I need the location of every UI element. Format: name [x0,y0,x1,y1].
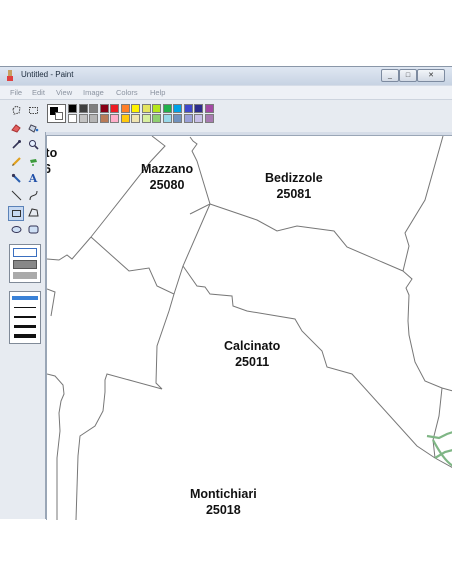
color-swatch[interactable] [204,104,214,113]
polygon-icon[interactable] [26,206,40,219]
rounded-rect-icon[interactable] [26,223,40,236]
map-label-montichiari: Montichiari 25018 [190,486,257,518]
municipality-map [47,136,452,520]
secondary-color [55,112,63,120]
color-swatch[interactable] [89,104,98,113]
color-swatch[interactable] [110,104,119,113]
place-name: Rezzato [46,146,58,160]
color-swatch[interactable] [194,114,203,123]
color-swatch[interactable] [152,114,161,123]
maximize-button[interactable]: □ [399,69,417,82]
color-swatch[interactable] [183,104,193,113]
rect-select-icon[interactable] [26,104,40,117]
fill-style-outline-fill[interactable] [13,260,37,269]
close-button[interactable]: ✕ [417,69,445,82]
color-swatch[interactable] [78,114,88,123]
color-swatch[interactable] [162,104,172,113]
map-label-bedizzole: Bedizzole 25081 [265,170,323,202]
line-icon[interactable] [9,189,23,202]
paint-window: Untitled - Paint _ □ ✕ File Edit View Im… [0,66,452,520]
fill-bucket-icon[interactable] [26,121,40,134]
map-label-mazzano: Mazzano 25080 [141,161,193,193]
color-swatch[interactable] [68,104,77,113]
ellipse-icon[interactable] [9,223,23,236]
minimize-button[interactable]: _ [381,69,399,82]
color-swatch[interactable] [141,104,151,113]
menu-help[interactable]: Help [150,88,165,97]
map-label-calcinato: Calcinato 25011 [224,338,280,370]
line-width-1[interactable] [12,296,38,300]
color-swatch[interactable] [141,114,151,123]
color-swatch[interactable] [162,114,172,123]
line-width-3[interactable] [14,316,36,318]
paint-app-icon [7,70,13,81]
color-swatch[interactable] [68,114,77,123]
color-swatch[interactable] [173,114,182,123]
rectangle-icon[interactable] [8,206,24,221]
magnifier-icon[interactable] [26,138,40,151]
menu-file[interactable]: File [10,88,22,97]
eraser-icon[interactable] [9,121,23,134]
color-swatch[interactable] [173,104,182,113]
color-swatch[interactable] [120,114,130,123]
color-swatch[interactable] [78,104,88,113]
fill-style-fill[interactable] [13,272,37,279]
brush-icon[interactable] [9,172,23,185]
color-swatch[interactable] [99,114,109,123]
map-label-rezzato: Rezzato 25086 [46,145,58,177]
menu-bar: File Edit View Image Colors Help [0,86,452,100]
title-bar: Untitled - Paint _ □ ✕ [0,67,452,85]
color-swatch[interactable] [131,104,140,113]
place-name: Montichiari [190,487,257,501]
menu-edit[interactable]: Edit [32,88,45,97]
curve-icon[interactable] [26,189,40,202]
window-title: Untitled - Paint [21,70,74,79]
color-swatch[interactable] [204,114,214,123]
color-swatch[interactable] [110,114,119,123]
drawing-canvas[interactable]: Rezzato 25086 Mazzano 25080 Bedizzole 25… [46,135,452,520]
line-width-options [9,291,41,344]
color-swatch[interactable] [152,104,161,113]
line-width-4[interactable] [14,325,36,328]
pencil-icon[interactable] [9,155,23,168]
free-form-select-icon[interactable] [9,104,23,117]
place-code: 25086 [47,161,57,177]
color-swatch[interactable] [99,104,109,113]
color-swatch[interactable] [183,114,193,123]
menu-colors[interactable]: Colors [116,88,138,97]
place-code: 25018 [205,503,241,517]
toolbox: A [0,100,46,519]
color-swatch[interactable] [89,114,98,123]
place-name: Bedizzole [265,171,323,185]
place-name: Mazzano [141,162,194,176]
place-name: Calcinato [224,339,281,353]
color-swatch[interactable] [131,114,140,123]
color-selector[interactable] [47,104,66,123]
place-code: 25080 [149,178,185,192]
line-width-2[interactable] [14,307,36,308]
menu-view[interactable]: View [56,88,72,97]
airbrush-icon[interactable] [26,155,40,168]
color-swatch[interactable] [120,104,130,113]
menu-image[interactable]: Image [83,88,104,97]
place-code: 25011 [235,355,270,369]
eyedropper-icon[interactable] [9,138,23,151]
municipal-borders [47,136,452,520]
color-swatch[interactable] [194,104,203,113]
fill-style-outline[interactable] [13,248,37,257]
text-tool-icon[interactable]: A [26,172,40,185]
line-width-5[interactable] [14,334,36,338]
color-palette [45,100,452,132]
fill-style-options [9,244,41,283]
place-code: 25081 [276,187,312,201]
